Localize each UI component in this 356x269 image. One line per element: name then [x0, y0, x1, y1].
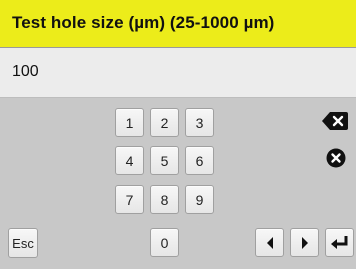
cursor-right-button[interactable] [290, 228, 319, 257]
clear-icon [326, 148, 346, 173]
title-bar: Test hole size (µm) (25-1000 µm) [0, 0, 356, 48]
cursor-left-button[interactable] [255, 228, 284, 257]
esc-button[interactable]: Esc [8, 228, 38, 258]
key-0[interactable]: 0 [150, 228, 179, 257]
key-9[interactable]: 9 [185, 185, 214, 214]
value-text: 100 [12, 63, 39, 80]
value-input[interactable]: 100 [0, 48, 356, 98]
clear-button[interactable] [324, 148, 348, 172]
key-2[interactable]: 2 [150, 108, 179, 137]
key-3[interactable]: 3 [185, 108, 214, 137]
arrow-left-icon [265, 236, 275, 250]
key-5[interactable]: 5 [150, 146, 179, 175]
backspace-button[interactable] [320, 110, 350, 136]
key-1[interactable]: 1 [115, 108, 144, 137]
key-4[interactable]: 4 [115, 146, 144, 175]
enter-button[interactable] [325, 228, 354, 257]
enter-icon [330, 235, 350, 251]
key-7[interactable]: 7 [115, 185, 144, 214]
dialog-title: Test hole size (µm) (25-1000 µm) [12, 13, 275, 32]
key-6[interactable]: 6 [185, 146, 214, 175]
backspace-icon [322, 111, 348, 135]
key-8[interactable]: 8 [150, 185, 179, 214]
arrow-right-icon [300, 236, 310, 250]
